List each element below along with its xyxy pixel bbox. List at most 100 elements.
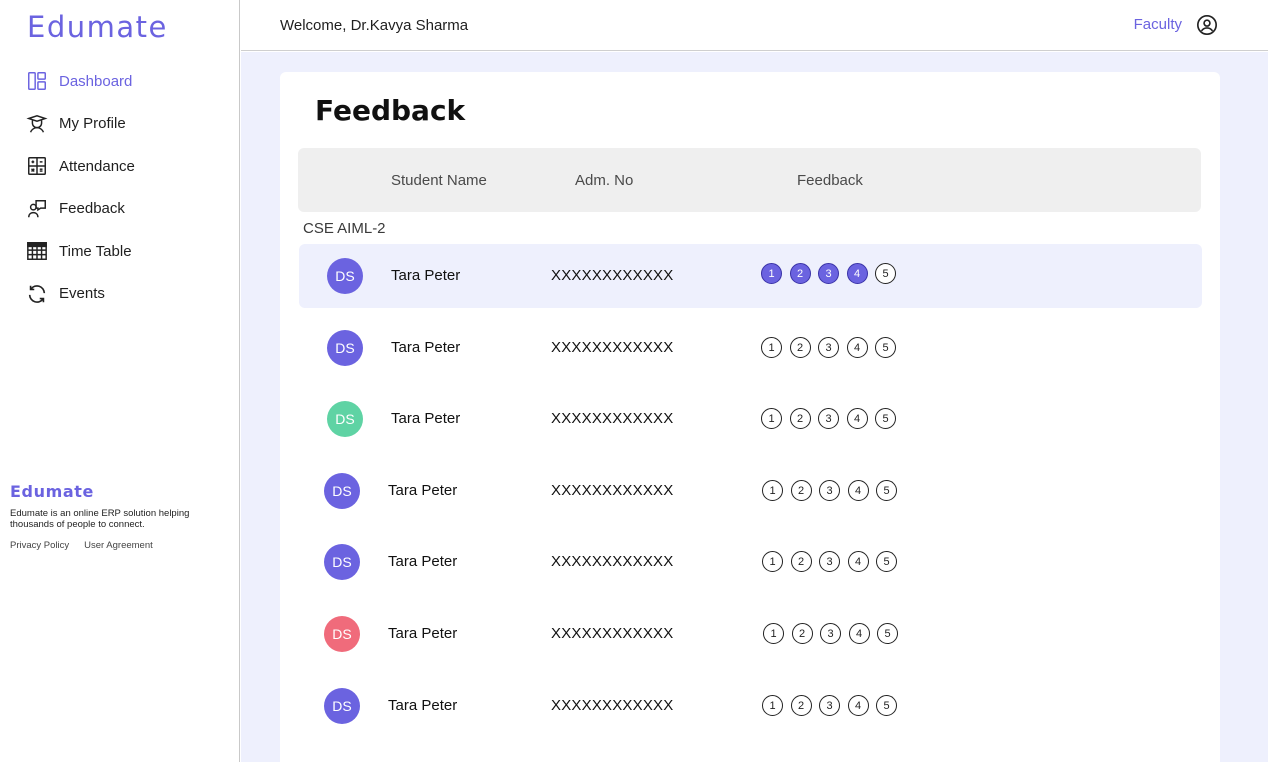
rating-option-1[interactable]: 1 — [762, 551, 783, 572]
role-label[interactable]: Faculty — [1134, 16, 1182, 33]
student-name: Tara Peter — [388, 625, 458, 642]
rating-option-2[interactable]: 2 — [789, 337, 811, 358]
rating-option-5[interactable]: 5 — [876, 695, 897, 716]
feedback-rating: 12345 — [762, 480, 897, 501]
sidebar-nav: Dashboard My Profile Attendance Feedback… — [26, 70, 226, 325]
sidebar-item-label: Feedback — [59, 200, 125, 217]
user-agreement-link[interactable]: User Agreement — [84, 540, 153, 551]
top-header: Welcome, Dr.Kavya Sharma Faculty — [241, 0, 1268, 51]
main-content: Feedback Student Name Adm. No Feedback C… — [241, 52, 1268, 762]
user-account-icon[interactable] — [1196, 14, 1218, 36]
sidebar-item-my-profile[interactable]: My Profile — [26, 113, 226, 135]
sidebar-item-label: Dashboard — [59, 72, 133, 90]
rating-option-1[interactable]: 1 — [763, 623, 784, 644]
rating-option-5[interactable]: 5 — [875, 337, 896, 358]
rating-option-3[interactable]: 3 — [818, 337, 839, 358]
student-name: Tara Peter — [391, 339, 461, 356]
sidebar-item-label: Attendance — [59, 157, 135, 175]
table-row[interactable]: DS Tara Peter XXXXXXXXXXXX 1 2 3 4 5 — [299, 387, 1202, 451]
student-name: Tara Peter — [388, 482, 458, 499]
rating-option-2[interactable]: 2 — [790, 480, 812, 501]
admission-number: XXXXXXXXXXXX — [551, 339, 674, 356]
rating-option-3[interactable]: 3 — [818, 408, 839, 429]
rating-option-2[interactable]: 2 — [789, 408, 811, 429]
table-header: Student Name Adm. No Feedback — [298, 148, 1201, 212]
rating-option-2[interactable]: 2 — [791, 623, 813, 644]
avatar: DS — [324, 688, 360, 724]
avatar: DS — [327, 258, 363, 294]
rating-option-1[interactable]: 1 — [762, 695, 783, 716]
footer-brand: Edumate — [10, 482, 94, 501]
footer-links: Privacy Policy User Agreement — [10, 540, 153, 551]
rating-option-5[interactable]: 5 — [875, 263, 896, 284]
column-header-feedback: Feedback — [797, 172, 863, 189]
rating-option-4[interactable]: 4 — [847, 480, 869, 501]
feedback-rating: 12345 — [762, 695, 897, 716]
feedback-icon — [26, 198, 48, 220]
table-row[interactable]: DS Tara Peter XXXXXXXXXXXX 1 2 3 4 5 — [299, 602, 1202, 666]
rating-option-2[interactable]: 2 — [789, 263, 811, 284]
feedback-card: Feedback Student Name Adm. No Feedback C… — [280, 72, 1220, 762]
rating-option-4[interactable]: 4 — [846, 263, 868, 284]
rating-option-1[interactable]: 1 — [761, 408, 782, 429]
rating-option-1[interactable]: 1 — [761, 337, 782, 358]
sidebar-item-time-table[interactable]: Time Table — [26, 240, 226, 262]
avatar: DS — [327, 401, 363, 437]
admission-number: XXXXXXXXXXXX — [551, 553, 674, 570]
student-name: Tara Peter — [391, 410, 461, 427]
rating-option-3[interactable]: 3 — [819, 480, 840, 501]
sidebar-item-attendance[interactable]: Attendance — [26, 155, 226, 177]
sidebar-item-feedback[interactable]: Feedback — [26, 198, 226, 220]
sidebar-item-label: My Profile — [59, 115, 126, 132]
student-name: Tara Peter — [388, 553, 458, 570]
table-row[interactable]: DS Tara Peter XXXXXXXXXXXX 1 2 3 4 5 — [299, 530, 1202, 594]
admission-number: XXXXXXXXXXXX — [551, 482, 674, 499]
table-row[interactable]: DS Tara Peter XXXXXXXXXXXX 1 2 3 4 5 — [299, 459, 1202, 523]
welcome-text: Welcome, Dr.Kavya Sharma — [280, 17, 469, 34]
rating-option-5[interactable]: 5 — [875, 408, 896, 429]
sidebar: Edumate Dashboard My Profile Attendance … — [0, 0, 240, 762]
privacy-policy-link[interactable]: Privacy Policy — [10, 540, 69, 551]
rating-option-3[interactable]: 3 — [818, 263, 839, 284]
feedback-rating: 12345 — [761, 337, 896, 358]
student-name: Tara Peter — [391, 267, 461, 284]
feedback-rating: 12345 — [761, 408, 896, 429]
rating-option-3[interactable]: 3 — [819, 695, 840, 716]
rating-option-5[interactable]: 5 — [876, 551, 897, 572]
brand-logo[interactable]: Edumate — [27, 10, 168, 44]
sidebar-item-label: Events — [59, 285, 105, 302]
avatar: DS — [324, 544, 360, 580]
rating-option-1[interactable]: 1 — [761, 263, 782, 284]
rating-option-5[interactable]: 5 — [876, 480, 897, 501]
rating-option-3[interactable]: 3 — [820, 623, 841, 644]
table-row[interactable]: DS Tara Peter XXXXXXXXXXXX 1 2 3 4 5 — [299, 244, 1202, 308]
table-icon — [26, 240, 48, 262]
column-header-student-name: Student Name — [391, 172, 487, 189]
rating-option-2[interactable]: 2 — [790, 695, 812, 716]
rating-option-4[interactable]: 4 — [847, 695, 869, 716]
rating-option-5[interactable]: 5 — [877, 623, 898, 644]
rating-option-4[interactable]: 4 — [847, 551, 869, 572]
sidebar-item-events[interactable]: Events — [26, 283, 226, 305]
rating-option-4[interactable]: 4 — [848, 623, 870, 644]
sidebar-item-dashboard[interactable]: Dashboard — [26, 70, 226, 92]
avatar: DS — [324, 616, 360, 652]
avatar: DS — [327, 330, 363, 366]
rating-option-3[interactable]: 3 — [819, 551, 840, 572]
rating-option-4[interactable]: 4 — [846, 337, 868, 358]
feedback-rating: 12345 — [762, 551, 897, 572]
admission-number: XXXXXXXXXXXX — [551, 267, 674, 284]
dashboard-icon — [26, 70, 48, 92]
graduate-icon — [26, 113, 48, 135]
table-row[interactable]: DS Tara Peter XXXXXXXXXXXX 1 2 3 4 5 — [299, 316, 1202, 380]
sidebar-item-label: Time Table — [59, 242, 132, 260]
admission-number: XXXXXXXXXXXX — [551, 625, 674, 642]
rating-option-1[interactable]: 1 — [762, 480, 783, 501]
rating-option-4[interactable]: 4 — [846, 408, 868, 429]
rating-option-2[interactable]: 2 — [790, 551, 812, 572]
table-row[interactable]: DS Tara Peter XXXXXXXXXXXX 1 2 3 4 5 — [299, 674, 1202, 738]
refresh-icon — [26, 283, 48, 305]
admission-number: XXXXXXXXXXXX — [551, 410, 674, 427]
calculator-icon — [26, 155, 48, 177]
feedback-rating: 12345 — [763, 623, 898, 644]
